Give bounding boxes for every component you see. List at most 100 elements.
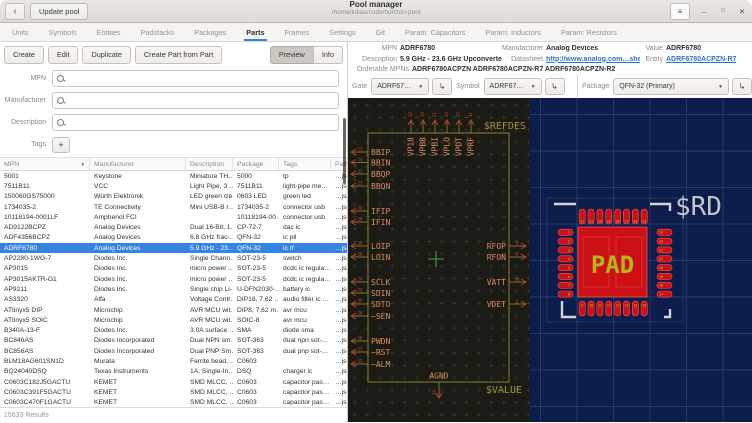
table-row[interactable]: ADF4356BCPZAnalog Devices6.8 GHz frac-…Q…	[0, 233, 347, 243]
table-cell: Microchip	[90, 317, 186, 324]
table-row[interactable]: AP3015AKTR-G1Diodes Inc.micro power …SOT…	[0, 274, 347, 284]
symbol-combobox[interactable]: ADRF67…▼	[484, 78, 542, 95]
table-row[interactable]: B340A-13-FDiodes Inc.3.0A surface …SMAdi…	[0, 325, 347, 335]
edit-button[interactable]: Edit	[48, 46, 79, 64]
table-row[interactable]: 5001KeystoneMiniature TH…5000tp…json	[0, 171, 347, 181]
table-row[interactable]: AP9211Diodes Inc.Single chip Li-…U-DFN20…	[0, 284, 347, 294]
manufacturer-search-entry	[52, 92, 339, 109]
column-header-mpn[interactable]: MPN▼	[0, 158, 90, 170]
package-combobox[interactable]: QFN-32 (Primary)▼	[613, 78, 729, 95]
table-cell: …json	[331, 389, 347, 396]
preview-toggle-button[interactable]: Preview	[270, 46, 313, 64]
table-cell: AVR MCU wit…	[186, 317, 233, 324]
tab-units[interactable]: Units	[2, 23, 39, 41]
table-cell: SOT-23-5	[233, 265, 279, 272]
table-row[interactable]: ATtinyx5 SOICMicrochipAVR MCU wit…SOIC-8…	[0, 315, 347, 325]
smd-pad	[558, 247, 573, 253]
manufacturer-search-input[interactable]	[68, 97, 334, 104]
entity-label: Entity	[640, 56, 666, 63]
table-cell: SOT-363	[233, 348, 279, 355]
datasheet-link[interactable]: http://www.analog.com…sheets/ADRF6780.pd…	[546, 56, 640, 63]
table-cell: Dual 16-Bit, 1…	[186, 224, 233, 231]
create-button[interactable]: Create	[4, 46, 44, 64]
column-header-package[interactable]: Package	[233, 158, 279, 170]
pad-number: 24	[659, 231, 663, 235]
table-row[interactable]: C0603C470F1GACTUKEMETSMD MLCC, …C0603cap…	[0, 398, 347, 407]
tab-param-inductors[interactable]: Param: Inductors	[475, 23, 551, 41]
close-button[interactable]: ✕	[737, 7, 747, 16]
table-row[interactable]: BQ24040DSQTexas Instruments1A, Single-In…	[0, 367, 347, 377]
tab-settings[interactable]: Settings	[319, 23, 365, 41]
tab-parts[interactable]: Parts	[236, 23, 274, 41]
symbol-text: 13	[358, 147, 363, 152]
table-cell: 1A, Single-In…	[186, 368, 233, 375]
column-header-manufacturer[interactable]: Manufacturer	[90, 158, 186, 170]
tab-frames[interactable]: Frames	[275, 23, 320, 41]
tab-git[interactable]: Git	[366, 23, 395, 41]
pad-number: 14	[625, 304, 629, 308]
tab-param-capacitors[interactable]: Param: Capacitors	[395, 23, 475, 41]
refdes-text: $REFDES	[484, 121, 526, 132]
tab-entities[interactable]: Entities	[87, 23, 131, 41]
duplicate-button[interactable]: Duplicate	[82, 46, 130, 64]
table-row[interactable]: AP3015Diodes Inc.micro power …SOT-23-5dc…	[0, 264, 347, 274]
table-cell: Diodes Incorporated	[90, 348, 186, 355]
table-cell: ic pll	[279, 234, 331, 241]
pad-number: 5	[568, 266, 570, 270]
table-row[interactable]: BC856ASDiodes IncorporatedDual PNP Sm…SO…	[0, 346, 347, 356]
table-row[interactable]: C0603C182J5GACTUKEMETSMD MLCC, …C0603cap…	[0, 377, 347, 387]
table-row[interactable]: 150060GS75000Würth ElektronikLED green c…	[0, 192, 347, 202]
column-header-description[interactable]: Description	[186, 158, 233, 170]
table-row[interactable]: BLM18AG601SN1DMurataFerrite bead, …C0603…	[0, 356, 347, 366]
gate-label: Gate	[348, 83, 371, 90]
symbol-preview-canvas[interactable]: 13BBIP14BBIN12BBQP11BBQN20IFIP18IFIN30LO…	[348, 98, 530, 422]
gate-combobox[interactable]: ADRF67…▼	[371, 78, 429, 95]
back-button[interactable]: ‹	[5, 3, 25, 20]
tab-packages[interactable]: Packages	[184, 23, 236, 41]
table-cell: 10118194-00…	[233, 214, 279, 221]
create-part-from-part-button[interactable]: Create Part from Part	[135, 46, 222, 64]
goto-package-button[interactable]: ↳	[732, 78, 752, 95]
table-row[interactable]: ATtinyx5 DIPMicrochipAVR MCU wit…DIP8, 7…	[0, 305, 347, 315]
table-row[interactable]: 7511B11VCCLight Pipe, 3 …7511B11light-pi…	[0, 181, 347, 191]
smd-pad	[558, 229, 573, 235]
table-row[interactable]: 10118194-0001LFAmphenol FCI10118194-00…c…	[0, 212, 347, 222]
table-row[interactable]: 1734035-2TE ConnectivityMini USB-B r…173…	[0, 202, 347, 212]
description-search-input[interactable]	[68, 119, 334, 126]
symbol-text: ~SEN	[371, 312, 390, 321]
table-row[interactable]: ADRF6780Analog Devices5.9 GHz - 23.…QFN-…	[0, 243, 347, 253]
value-text: $VALUE	[486, 385, 522, 396]
table-row[interactable]: C0603C391F5GACTUKEMETSMD MLCC, …C0603cap…	[0, 387, 347, 397]
table-cell: …json	[331, 327, 347, 334]
symbol-text: 33	[432, 390, 437, 395]
scrollbar-thumb[interactable]	[343, 118, 346, 184]
maximize-button[interactable]: □	[718, 8, 728, 14]
table-cell: 6.8 GHz frac-…	[186, 234, 233, 241]
goto-symbol-button[interactable]: ↳	[545, 78, 565, 95]
table-cell: DIP18, 7.62 …	[233, 296, 279, 303]
table-row[interactable]: AP2280-1WG-7Diodes Inc.Single Chann…SOT-…	[0, 253, 347, 263]
info-toggle-button[interactable]: Info	[313, 46, 343, 64]
tab-symbols[interactable]: Symbols	[39, 23, 87, 41]
minimize-button[interactable]: –	[699, 7, 709, 16]
symbol-text: SDTO	[371, 300, 390, 309]
table-cell: Keystone	[90, 173, 186, 180]
orderable-mpns-value: ADRF6780ACPZN ADRF6780ACPZN-R7 ADRF6780A…	[412, 66, 615, 73]
tab-padstacks[interactable]: Padstacks	[131, 23, 185, 41]
column-header-tags[interactable]: Tags	[279, 158, 331, 170]
hamburger-menu-button[interactable]: ≡	[670, 3, 690, 20]
table-cell: Diodes Inc.	[90, 286, 186, 293]
tab-param-resistors[interactable]: Param: Resistors	[551, 23, 627, 41]
table-cell: Light Pipe, 3 …	[186, 183, 233, 190]
add-tag-button[interactable]: +	[52, 137, 70, 153]
update-pool-button[interactable]: Update pool	[30, 3, 88, 20]
mpn-search-input[interactable]	[68, 75, 334, 82]
table-row[interactable]: AS3320AlfaVoltage Contr…DIP18, 7.62 …aud…	[0, 295, 347, 305]
table-cell: C0603	[233, 358, 279, 365]
pad-number: 22	[659, 248, 663, 252]
table-row[interactable]: AD9122BCPZAnalog DevicesDual 16-Bit, 1…C…	[0, 222, 347, 232]
table-row[interactable]: BC846ASDiodes IncorporatedDual NPN sm…SO…	[0, 336, 347, 346]
goto-gate-button[interactable]: ↳	[432, 78, 452, 95]
package-preview-canvas[interactable]: 3291243110223301132229124212813520271461…	[530, 98, 752, 422]
entity-link[interactable]: ADRF6780ACPZN-R7	[666, 56, 736, 63]
